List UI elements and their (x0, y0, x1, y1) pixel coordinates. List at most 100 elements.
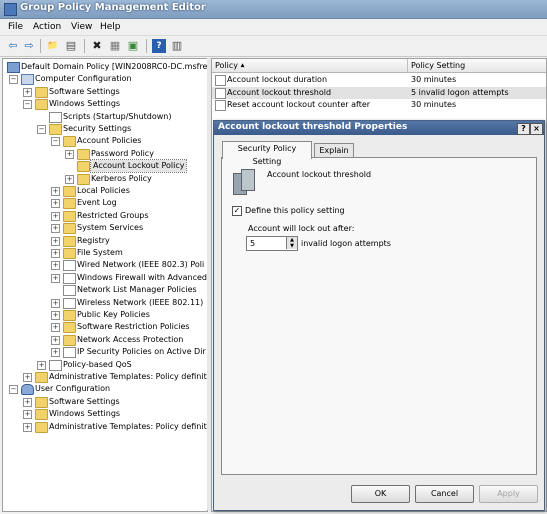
policy-row[interactable]: Reset account lockout counter after 30 mi… (212, 99, 546, 111)
expand-icon[interactable]: + (51, 311, 60, 320)
tree-node-label: Event Log (77, 198, 117, 208)
tab-explain[interactable]: Explain (314, 143, 354, 158)
folder-icon (63, 186, 76, 197)
tree-node-label: Account Lockout Policy (89, 159, 188, 174)
expand-icon[interactable]: + (65, 174, 74, 184)
toolbar: ⇦ ⇨ 📁 ▤ ✖ ▦ ▣ ? ▥ (0, 36, 547, 57)
close-icon[interactable]: × (530, 123, 543, 135)
ok-button[interactable]: OK (351, 485, 410, 503)
policy-setting-icon (215, 75, 226, 86)
expand-icon[interactable]: + (23, 422, 32, 432)
toolbar-separator (146, 39, 147, 53)
folder-icon (63, 334, 76, 346)
tree-node-label: Wireless Network (IEEE 802.11) (77, 297, 204, 307)
export-list-icon[interactable]: ▣ (126, 39, 140, 53)
menu-view[interactable]: View (71, 22, 92, 32)
tree-node-label: File System (77, 248, 123, 257)
expand-icon[interactable]: + (51, 261, 60, 271)
expand-icon[interactable]: + (51, 236, 60, 246)
expand-icon[interactable]: + (37, 360, 46, 370)
folder-icon (63, 223, 76, 235)
folder-icon (63, 210, 76, 222)
expand-icon[interactable]: + (23, 397, 32, 407)
policy-name: Account lockout threshold (267, 170, 372, 179)
help-icon[interactable]: ? (152, 39, 166, 53)
dialog-title-bar: Account lockout threshold Properties ? × (214, 121, 544, 135)
expand-icon[interactable]: + (51, 323, 60, 333)
tree-node-label: Wired Network (IEEE 802.3) Poli (77, 260, 205, 270)
computer-icon (21, 74, 34, 86)
collapse-icon[interactable]: − (9, 75, 18, 85)
menu-action[interactable]: Action (33, 22, 61, 32)
policy-setting-cell: 30 minutes (411, 100, 457, 109)
spin-down-icon[interactable]: ▼ (286, 243, 297, 249)
define-policy-label[interactable]: Define this policy setting (245, 206, 345, 215)
tree-node-label: Administrative Templates: Policy definit… (49, 372, 208, 381)
define-policy-checkbox[interactable]: ✓ (232, 206, 242, 216)
menu-bar: File Action View Help (0, 19, 547, 36)
folder-icon (63, 322, 76, 334)
policy-doc-icon (63, 285, 76, 297)
forward-arrow-icon[interactable]: ⇨ (22, 39, 36, 53)
back-arrow-icon[interactable]: ⇦ (6, 39, 20, 53)
folder-icon (77, 161, 90, 173)
policy-doc-icon (63, 272, 76, 284)
expand-icon[interactable]: + (51, 298, 60, 308)
expand-icon[interactable]: + (23, 410, 32, 420)
toolbar-separator (40, 39, 41, 53)
tree-node-label: Kerberos Policy (91, 173, 152, 183)
expand-icon[interactable]: + (65, 149, 74, 159)
tree-node-label: Public Key Policies (77, 310, 150, 319)
expand-icon[interactable]: + (51, 224, 60, 234)
console-tree[interactable]: Default Domain Policy [WIN2008RC0-DC.msf… (2, 58, 208, 512)
expand-icon[interactable]: + (51, 249, 60, 258)
column-header-policy[interactable]: Policy ▲ (215, 61, 244, 70)
menu-file[interactable]: File (8, 22, 23, 32)
tree-node-label: Password Policy (91, 148, 154, 158)
expand-icon[interactable]: + (51, 199, 60, 209)
tree-node-label: User Configuration (35, 384, 111, 394)
folder-icon (49, 124, 62, 135)
expand-icon[interactable]: + (51, 335, 60, 345)
expand-icon[interactable]: + (51, 273, 60, 283)
folder-icon (63, 310, 76, 321)
lockout-threshold-spinner[interactable]: 5 ▲ ▼ (246, 236, 298, 251)
column-divider[interactable] (407, 59, 408, 72)
delete-icon[interactable]: ✖ (90, 39, 104, 53)
cancel-button[interactable]: Cancel (415, 485, 474, 503)
help-icon[interactable]: ? (517, 123, 530, 135)
column-header-setting[interactable]: Policy Setting (411, 61, 465, 70)
expand-icon[interactable]: + (51, 187, 60, 196)
policy-name-cell: Account lockout duration (227, 75, 328, 84)
expand-icon[interactable]: + (51, 211, 60, 221)
expand-icon[interactable]: + (23, 373, 32, 382)
collapse-icon[interactable]: − (51, 137, 60, 147)
up-folder-icon[interactable]: 📁 (46, 39, 60, 53)
lockout-threshold-value[interactable]: 5 (250, 239, 255, 248)
tree-node-label: Security Settings (63, 124, 132, 133)
policy-row[interactable]: Account lockout duration 30 minutes (212, 74, 546, 86)
tree-node-label: Windows Settings (49, 409, 121, 419)
app-icon (4, 3, 17, 16)
tree-node-label: Windows Settings (49, 99, 121, 109)
properties-icon[interactable]: ▦ (108, 39, 122, 53)
tab-security-policy-setting[interactable]: Security Policy Setting (222, 141, 312, 166)
tree-node-label: Account Policies (77, 136, 142, 146)
menu-help[interactable]: Help (100, 22, 121, 32)
folder-icon (63, 235, 76, 247)
show-hide-tree-icon[interactable]: ▤ (64, 39, 78, 53)
expand-icon[interactable]: + (51, 348, 60, 358)
tab-panel: Account lockout threshold ✓ Define this … (221, 157, 537, 475)
view-icon[interactable]: ▥ (170, 39, 184, 53)
tree-node-label: Policy-based QoS (63, 359, 132, 369)
folder-icon (35, 421, 48, 433)
collapse-icon[interactable]: − (37, 125, 46, 134)
gpo-icon (7, 62, 20, 73)
apply-button[interactable]: Apply (479, 485, 538, 503)
collapse-icon[interactable]: − (9, 385, 18, 395)
policy-setting-icon (215, 87, 226, 99)
policy-row[interactable]: Account lockout threshold 5 invalid logon… (212, 86, 546, 99)
collapse-icon[interactable]: − (23, 100, 32, 110)
policy-doc-icon (63, 297, 76, 309)
expand-icon[interactable]: + (23, 87, 32, 97)
